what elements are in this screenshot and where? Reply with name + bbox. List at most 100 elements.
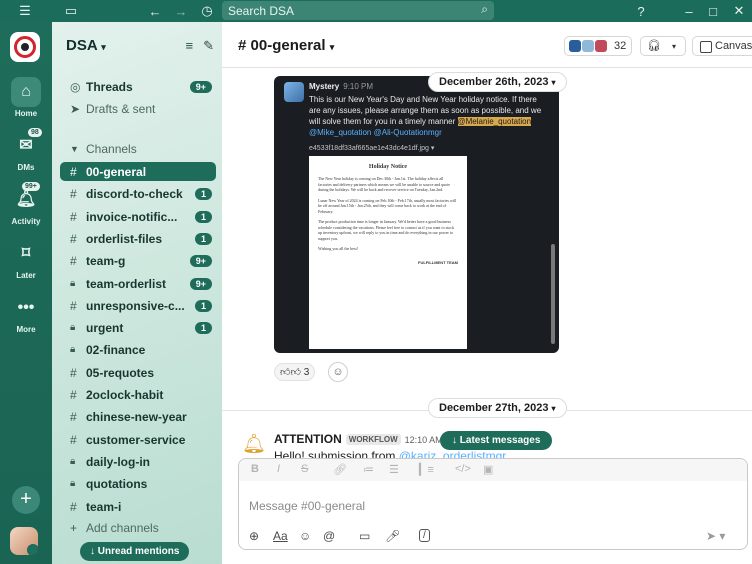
sidebar-channel-item[interactable]: #00-general bbox=[60, 162, 216, 181]
section-label: Channels bbox=[86, 141, 137, 156]
sidebar-channel-item[interactable]: # customer-service bbox=[60, 430, 216, 449]
slash-command-icon[interactable]: / bbox=[419, 529, 430, 542]
video-icon[interactable]: ▭ bbox=[359, 529, 370, 543]
reaction-pill[interactable]: 👍︎👍︎ 3 bbox=[274, 363, 316, 381]
sidebar-channel-item[interactable]: 🔒︎ urgent 1 bbox=[60, 318, 216, 337]
hash-icon: # bbox=[70, 164, 77, 179]
mention-link[interactable]: @Melanie_quotation bbox=[457, 117, 532, 126]
date-divider-pill[interactable]: December 27th, 2023 ▾ bbox=[428, 398, 567, 418]
user-avatar[interactable] bbox=[10, 527, 38, 555]
hash-icon: # bbox=[70, 231, 77, 246]
hash-icon: # bbox=[70, 387, 77, 402]
add-reaction-icon[interactable]: ☺ bbox=[328, 362, 348, 382]
filter-icon[interactable]: ≡ bbox=[186, 38, 194, 53]
close-icon[interactable]: ✕ bbox=[730, 2, 748, 20]
image-attachment[interactable]: Mystery 9:10 PM This is our New Year's Da… bbox=[274, 76, 559, 353]
code-block-icon[interactable]: ▣ bbox=[483, 463, 493, 476]
help-icon[interactable]: ? bbox=[632, 2, 650, 20]
sidebar-channel-item[interactable]: 🔒︎ 02-finance bbox=[60, 340, 216, 359]
dms-badge: 98 bbox=[28, 128, 42, 137]
sidebar-channel-item[interactable]: 🔒︎ daily-log-in bbox=[60, 452, 216, 471]
format-text-icon[interactable]: Aa bbox=[273, 529, 288, 543]
canvas-button[interactable]: Canvas bbox=[692, 36, 752, 56]
hash-icon: # bbox=[70, 298, 77, 313]
rail-home[interactable]: ⌂ Home bbox=[0, 77, 52, 118]
unread-mentions-button[interactable]: ↓ Unread mentions bbox=[80, 542, 190, 561]
notice-paragraph: The New Year holiday is coming on Dec.30… bbox=[318, 176, 451, 192]
sidebar-channel-item[interactable]: # orderlist-files 1 bbox=[60, 229, 216, 248]
rail-later[interactable]: ⌑ Later bbox=[0, 239, 52, 280]
sidebar-channel-item[interactable]: # invoice-notific... 1 bbox=[60, 207, 216, 226]
hash-icon: # bbox=[70, 409, 77, 424]
code-icon[interactable]: </> bbox=[455, 463, 471, 475]
sidebar-channel-item[interactable]: 🔒︎ quotations bbox=[60, 474, 216, 493]
rail-more[interactable]: ••• More bbox=[0, 293, 52, 334]
strikethrough-icon[interactable]: S bbox=[301, 463, 308, 475]
rail-dms[interactable]: ✉ DMs bbox=[0, 131, 52, 172]
headphones-icon: 🎧︎ bbox=[647, 40, 661, 52]
rail-dms-label: DMs bbox=[17, 163, 35, 172]
compose-icon[interactable]: ✎ bbox=[203, 38, 214, 53]
sidebar-item-label: quotations bbox=[86, 476, 148, 491]
sidebar-channel-item[interactable]: # discord-to-check 1 bbox=[60, 184, 216, 203]
workflow-tag: WORKFLOW bbox=[345, 434, 401, 445]
workspace-name[interactable]: DSA ▾ bbox=[66, 37, 106, 54]
bookmark-icon: ⌑ bbox=[21, 245, 31, 262]
attachment-scrollbar[interactable] bbox=[551, 244, 555, 344]
sidebar-channel-item[interactable]: #05-requotes bbox=[60, 363, 216, 382]
channels-section-header[interactable]: ▼ Channels bbox=[60, 139, 216, 158]
bulleted-list-icon[interactable]: ☰ bbox=[389, 463, 399, 476]
sidebar-item-drafts[interactable]: ➤ Drafts & sent bbox=[60, 99, 216, 118]
message-composer[interactable]: B I S 🔗︎ ≔ ☰ ▎≡ </> ▣ Message #00-genera… bbox=[238, 458, 748, 550]
minimize-icon[interactable]: – bbox=[680, 2, 698, 20]
italic-icon[interactable]: I bbox=[277, 463, 280, 475]
attachment-filename: e4533f18df33af665ae1e43dc4e1df.jpg ▾ bbox=[309, 145, 435, 152]
message-input[interactable]: Message #00-general bbox=[249, 499, 365, 513]
history-icon[interactable]: ◷ bbox=[198, 2, 216, 20]
search-input[interactable]: Search DSA ⌕ bbox=[222, 1, 494, 20]
sidebar-channel-item[interactable]: # unresponsive-c... 1 bbox=[60, 296, 216, 315]
date-divider-pill[interactable]: December 26th, 2023 ▾ bbox=[428, 72, 567, 92]
channel-title[interactable]: # 00-general ▾ bbox=[238, 37, 334, 54]
blockquote-icon[interactable]: ▎≡ bbox=[419, 463, 434, 476]
sidebar-channel-item[interactable]: # chinese-new-year bbox=[60, 407, 216, 426]
rail-activity[interactable]: 🔔︎ Activity bbox=[0, 185, 52, 226]
add-channels-button[interactable]: + Add channels bbox=[60, 518, 216, 537]
sidebar-channel-item[interactable]: 🔒︎ team-orderlist 9+ bbox=[60, 274, 216, 293]
sidebar-channel-item[interactable]: # team-g 9+ bbox=[60, 251, 216, 270]
back-arrow-icon[interactable]: ← bbox=[146, 2, 164, 20]
emoji-icon[interactable]: ☺ bbox=[299, 529, 311, 543]
mention-link[interactable]: @Mike_quotation bbox=[309, 128, 371, 137]
notice-paragraph: Lunar New Year of 2024 is coming on Feb.… bbox=[318, 197, 457, 214]
huddle-button[interactable]: 🎧︎ ▾ bbox=[640, 36, 686, 56]
plus-icon[interactable]: ⊕ bbox=[249, 529, 259, 543]
forward-arrow-icon[interactable]: → bbox=[172, 2, 190, 20]
workspace-logo[interactable] bbox=[10, 32, 40, 62]
sidebar-channel-item[interactable]: #2oclock-habit bbox=[60, 385, 216, 404]
holiday-notice-image: Holiday Notice The New Year holiday is c… bbox=[309, 156, 467, 349]
mention-link[interactable]: @Ali-Quotationmgr bbox=[374, 128, 442, 137]
latest-messages-button[interactable]: ↓ Latest messages bbox=[440, 431, 553, 450]
bold-icon[interactable]: B bbox=[251, 463, 259, 475]
ordered-list-icon[interactable]: ≔ bbox=[363, 463, 374, 476]
microphone-icon[interactable]: 🎤︎ bbox=[385, 529, 400, 543]
hash-icon: # bbox=[70, 365, 77, 380]
link-icon[interactable]: 🔗︎ bbox=[333, 463, 347, 476]
workflow-name[interactable]: ATTENTION bbox=[274, 432, 342, 446]
chevron-down-icon: ▾ bbox=[329, 42, 335, 52]
members-button[interactable]: 32 bbox=[564, 36, 632, 56]
add-workspace-button[interactable]: + bbox=[12, 486, 40, 514]
sidebar-item-threads[interactable]: ◎ Threads 9+ bbox=[60, 77, 216, 96]
menu-icon[interactable]: ☰ bbox=[16, 2, 34, 20]
sidebar-item-label: 02-finance bbox=[86, 342, 146, 357]
sidebar-item-label: customer-service bbox=[86, 432, 186, 447]
send-icon[interactable]: ➤ ▾ bbox=[706, 529, 725, 543]
member-count: 32 bbox=[614, 40, 627, 52]
mention-icon[interactable]: @ bbox=[323, 529, 335, 543]
maximize-icon[interactable]: □ bbox=[704, 2, 722, 20]
search-placeholder: Search DSA bbox=[228, 4, 295, 18]
formatting-toolbar: B I S 🔗︎ ≔ ☰ ▎≡ </> ▣ bbox=[239, 459, 747, 481]
unread-mentions-label: Unread mentions bbox=[97, 546, 180, 557]
sidebar-channel-item[interactable]: # team-i bbox=[60, 497, 216, 516]
sidebar-toggle-icon[interactable]: ▭ bbox=[62, 2, 80, 20]
